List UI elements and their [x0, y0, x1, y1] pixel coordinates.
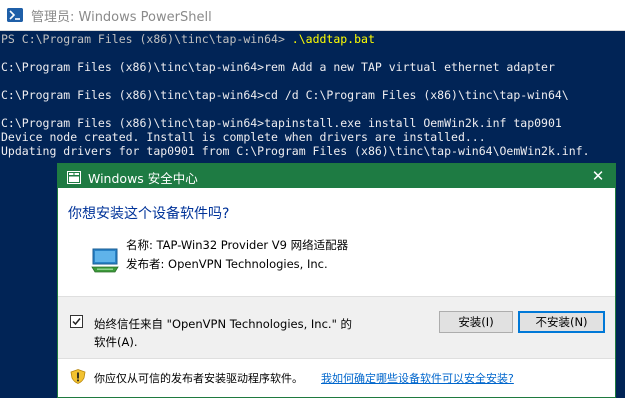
powershell-icon	[7, 8, 23, 22]
window-title: 管理员: Windows PowerShell	[31, 10, 212, 25]
dont-install-button[interactable]: 不安装(N)	[518, 311, 605, 333]
console-line: C:\Program Files (x86)\tinc\tap-win64>re…	[1, 60, 555, 74]
safe-install-help-link[interactable]: 我如何确定哪些设备软件可以安全安装?	[321, 370, 514, 386]
console-line: PS C:\Program Files (x86)\tinc\tap-win64…	[1, 32, 375, 46]
device-publisher: 发布者: OpenVPN Technologies, Inc.	[126, 257, 328, 271]
warning-text: 你应仅从可信的发布者安装驱动程序软件。	[94, 372, 303, 385]
dialog-title: Windows 安全中心	[88, 171, 198, 186]
trust-publisher-label-cont[interactable]: 软件(A).	[94, 334, 138, 350]
console-line: C:\Program Files (x86)\tinc\tap-win64>ta…	[1, 116, 562, 130]
console-line: Updating drivers for tap0901 from C:\Pro…	[1, 144, 590, 158]
windows-security-dialog: Windows 安全中心 ✕ 你想安装这个设备软件吗? 名称: TAP-Win3…	[57, 163, 616, 398]
trust-publisher-label[interactable]: 始终信任来自 "OpenVPN Technologies, Inc." 的	[94, 316, 352, 332]
close-icon[interactable]: ✕	[589, 167, 607, 185]
device-name: 名称: TAP-Win32 Provider V9 网络适配器	[126, 238, 349, 252]
install-button[interactable]: 安装(I)	[439, 311, 513, 333]
trust-publisher-checkbox[interactable]	[70, 315, 83, 328]
dialog-question: 你想安装这个设备软件吗?	[68, 206, 230, 222]
security-shield-icon	[67, 169, 81, 184]
console-line: Device node created. Install is complete…	[1, 130, 486, 144]
powershell-titlebar[interactable]: 管理员: Windows PowerShell	[0, 0, 625, 31]
console-line: C:\Program Files (x86)\tinc\tap-win64>cd…	[1, 88, 569, 102]
warning-shield-icon	[70, 369, 86, 384]
dialog-titlebar[interactable]: Windows 安全中心 ✕	[58, 164, 615, 188]
network-adapter-icon	[90, 247, 120, 275]
